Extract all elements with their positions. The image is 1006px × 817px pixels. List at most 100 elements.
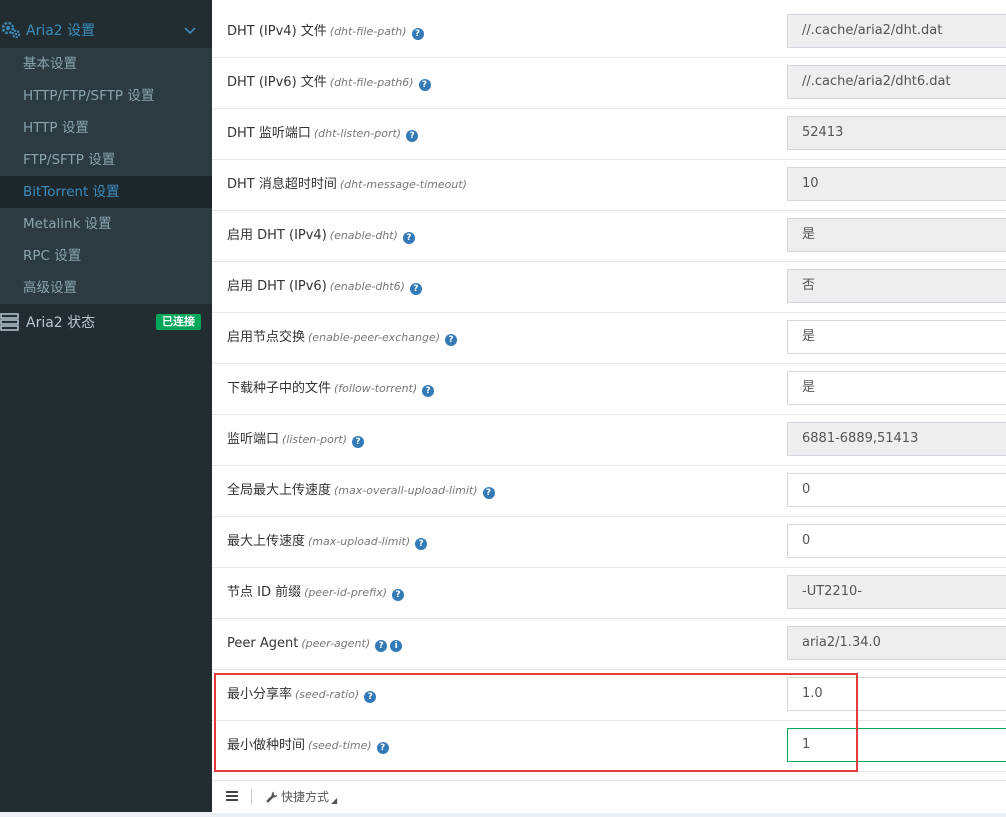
setting-key: (max-overall-upload-limit) — [334, 484, 478, 497]
sidebar-group-title: Aria2 设置 — [26, 23, 96, 39]
help-icon[interactable]: ? — [415, 538, 428, 550]
setting-row: 最大上传速度 (max-upload-limit)? 0 — [212, 517, 1006, 568]
help-icon[interactable]: ? — [402, 232, 415, 244]
setting-label: 最小分享率 (seed-ratio)? — [227, 670, 377, 720]
setting-label: DHT (IPv4) 文件 (dht-file-path)? — [227, 7, 424, 57]
setting-label: DHT 监听端口 (dht-listen-port)? — [227, 109, 419, 159]
setting-key: (enable-dht) — [329, 229, 398, 242]
setting-label: 启用 DHT (IPv6) (enable-dht6)? — [227, 262, 422, 312]
help-icon[interactable]: ? — [376, 742, 389, 754]
gears-icon — [1, 21, 21, 39]
sidebar-item-aria2-status[interactable]: Aria2 状态 已连接 — [0, 306, 212, 338]
settings-list: DHT (IPv4) 文件 (dht-file-path)? //.cache/ar… — [212, 7, 1006, 772]
setting-name: DHT 消息超时时间 — [227, 177, 337, 192]
setting-value-input[interactable]: 是 — [787, 371, 1006, 405]
setting-value-input[interactable]: 10 — [787, 167, 1006, 201]
help-icon[interactable]: ? — [411, 28, 424, 40]
setting-name: 最小分享率 — [227, 687, 293, 702]
setting-value-input[interactable]: //.cache/aria2/dht.dat — [787, 14, 1006, 48]
setting-label: 启用节点交换 (enable-peer-exchange)? — [227, 313, 458, 363]
setting-name: 监听端口 — [227, 432, 280, 447]
help-icon[interactable]: ? — [418, 79, 431, 91]
setting-key: (peer-id-prefix) — [304, 586, 387, 599]
help-icon[interactable]: ? — [375, 640, 388, 652]
settings-panel: DHT (IPv4) 文件 (dht-file-path)? //.cache/ar… — [212, 0, 1006, 812]
setting-key: (dht-file-path) — [329, 25, 407, 38]
server-icon — [0, 313, 19, 331]
setting-value-input[interactable]: 1.0 — [787, 677, 1006, 711]
setting-value-input[interactable]: 0 — [787, 524, 1006, 558]
setting-key: (enable-peer-exchange) — [308, 331, 441, 344]
setting-name: 启用 DHT (IPv6) — [227, 279, 327, 294]
setting-value-input[interactable]: 是 — [787, 320, 1006, 354]
setting-key: (seed-time) — [308, 739, 372, 752]
setting-name: 下载种子中的文件 — [227, 381, 332, 396]
setting-label: 下载种子中的文件 (follow-torrent)? — [227, 364, 435, 414]
setting-key: (max-upload-limit) — [308, 535, 411, 548]
sidebar-item-7[interactable]: 高级设置 — [0, 272, 212, 304]
shortcut-label: 快捷方式 — [281, 790, 330, 804]
help-icon[interactable]: ? — [364, 691, 377, 703]
chevron-down-icon[interactable] — [184, 24, 196, 36]
setting-row: 全局最大上传速度 (max-overall-upload-limit)? 0 — [212, 466, 1006, 517]
setting-name: 节点 ID 前缀 — [227, 585, 302, 600]
sidebar-item-0[interactable]: 基本设置 — [0, 48, 212, 80]
setting-value-input[interactable]: 是 — [787, 218, 1006, 252]
setting-row: 最小做种时间 (seed-time)? 1 — [212, 721, 1006, 772]
setting-row: Peer Agent (peer-agent)? i aria2/1.34.0 — [212, 619, 1006, 670]
help-icon[interactable]: ? — [392, 589, 404, 601]
setting-key: (listen-port) — [282, 433, 348, 446]
setting-key: (dht-listen-port) — [313, 127, 402, 140]
help-icon[interactable]: ? — [352, 436, 365, 448]
setting-key: (enable-dht6) — [329, 280, 405, 293]
setting-name: 启用 DHT (IPv4) — [227, 228, 327, 243]
setting-value-input[interactable]: 52413 — [787, 116, 1006, 150]
setting-value-input[interactable]: 否 — [787, 269, 1006, 303]
setting-name: 全局最大上传速度 — [227, 483, 332, 498]
setting-label: 节点 ID 前缀 (peer-id-prefix)? — [227, 568, 404, 618]
help-icon[interactable]: ? — [409, 283, 422, 295]
setting-name: DHT (IPv6) 文件 — [227, 75, 327, 90]
sidebar-item-2[interactable]: HTTP 设置 — [0, 112, 212, 144]
footer-bar: 快捷方式 ◢ — [212, 780, 1006, 813]
help-icon[interactable]: ? — [482, 487, 495, 499]
sidebar-item-3[interactable]: FTP/SFTP 设置 — [0, 144, 212, 176]
sidebar-status-title: Aria2 状态 — [26, 315, 96, 331]
sidebar-item-4[interactable]: BitTorrent 设置 — [0, 176, 212, 208]
sidebar-item-6[interactable]: RPC 设置 — [0, 240, 212, 272]
setting-key: (peer-agent) — [301, 637, 371, 650]
setting-label: 最小做种时间 (seed-time)? — [227, 721, 389, 771]
setting-label: DHT (IPv6) 文件 (dht-file-path6)? — [227, 58, 431, 108]
setting-row: 启用 DHT (IPv4) (enable-dht)? 是 — [212, 211, 1006, 262]
setting-row: 监听端口 (listen-port)? 6881-6889,51413 — [212, 415, 1006, 466]
setting-value-input[interactable]: 6881-6889,51413 — [787, 422, 1006, 456]
setting-key: (follow-torrent) — [334, 382, 418, 395]
hamburger-menu-icon[interactable] — [226, 791, 238, 801]
setting-name: 最大上传速度 — [227, 534, 306, 549]
wrench-icon — [266, 791, 278, 803]
help-icon[interactable]: ? — [406, 130, 419, 142]
setting-label: 全局最大上传速度 (max-overall-upload-limit)? — [227, 466, 495, 516]
setting-name: 启用节点交换 — [227, 330, 306, 345]
sidebar-item-1[interactable]: HTTP/FTP/SFTP 设置 — [0, 80, 212, 112]
setting-row: 节点 ID 前缀 (peer-id-prefix)? -UT2210- — [212, 568, 1006, 619]
setting-name: 最小做种时间 — [227, 738, 306, 753]
setting-value-input[interactable]: -UT2210- — [787, 575, 1006, 609]
setting-label: 监听端口 (listen-port)? — [227, 415, 365, 465]
setting-value-input[interactable]: //.cache/aria2/dht6.dat — [787, 65, 1006, 99]
setting-row: DHT (IPv6) 文件 (dht-file-path6)? //.cache/a… — [212, 58, 1006, 109]
setting-label: DHT 消息超时时间 (dht-message-timeout) — [227, 160, 467, 210]
caret-icon: ◢ — [331, 796, 338, 805]
shortcut-button[interactable]: 快捷方式 ◢ — [266, 781, 337, 813]
setting-value-input[interactable]: 0 — [787, 473, 1006, 507]
setting-name: DHT (IPv4) 文件 — [227, 24, 327, 39]
sidebar-item-5[interactable]: Metalink 设置 — [0, 208, 212, 240]
sidebar-group-aria2-settings[interactable]: Aria2 设置 — [0, 12, 212, 48]
info-icon[interactable]: i — [390, 640, 403, 652]
setting-row: DHT 监听端口 (dht-listen-port)? 52413 — [212, 109, 1006, 160]
setting-value-input[interactable]: aria2/1.34.0 — [787, 626, 1006, 660]
help-icon[interactable]: ? — [422, 385, 435, 397]
setting-row: DHT (IPv4) 文件 (dht-file-path)? //.cache/ar… — [212, 7, 1006, 58]
help-icon[interactable]: ? — [445, 334, 458, 346]
setting-value-input[interactable]: 1 — [787, 728, 1006, 762]
